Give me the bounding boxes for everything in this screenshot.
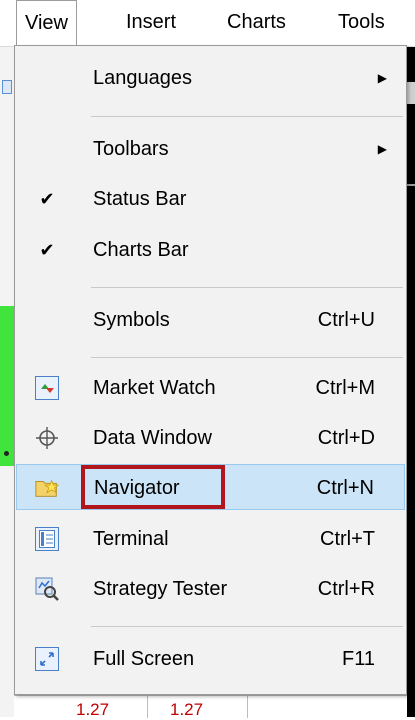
submenu-arrow-icon: ▶ bbox=[377, 142, 387, 156]
menu-item-charts-bar[interactable]: ✔ Charts Bar bbox=[16, 227, 405, 273]
quote-cell: 1.27 bbox=[170, 700, 204, 719]
background-chart-dot bbox=[4, 451, 9, 456]
menu-item-shortcut: F11 bbox=[342, 648, 375, 670]
menu-item-shortcut: Ctrl+R bbox=[317, 578, 375, 600]
grid-divider bbox=[147, 696, 148, 718]
market-watch-icon bbox=[34, 375, 60, 401]
menu-item-label: Toolbars bbox=[93, 138, 169, 160]
menu-item-market-watch[interactable]: Market Watch Ctrl+M bbox=[16, 365, 405, 411]
submenu-arrow-icon: ▶ bbox=[377, 71, 387, 85]
quote-cell: 1.27 bbox=[76, 700, 110, 719]
grid-divider bbox=[247, 696, 248, 718]
strategy-tester-icon bbox=[34, 576, 60, 602]
menu-view[interactable]: View bbox=[16, 0, 77, 45]
crosshair-icon bbox=[34, 425, 60, 451]
menu-item-shortcut: Ctrl+M bbox=[315, 377, 375, 399]
menu-item-label: Status Bar bbox=[93, 188, 187, 210]
menu-bar: View Insert Charts Tools bbox=[0, 0, 415, 47]
menu-charts[interactable]: Charts bbox=[219, 0, 294, 45]
full-screen-icon bbox=[34, 646, 60, 672]
menu-item-languages[interactable]: Languages ▶ bbox=[16, 55, 405, 101]
menu-item-label: Strategy Tester bbox=[93, 578, 228, 600]
highlight-annotation-box bbox=[81, 465, 225, 509]
menu-separator bbox=[91, 116, 403, 117]
menu-item-status-bar[interactable]: ✔ Status Bar bbox=[16, 176, 405, 222]
menu-item-label: Full Screen bbox=[93, 648, 195, 670]
menu-item-label: Data Window bbox=[93, 427, 212, 449]
menu-item-shortcut: Ctrl+N bbox=[316, 477, 374, 499]
background-chart-line bbox=[407, 82, 415, 104]
menu-insert[interactable]: Insert bbox=[118, 0, 184, 45]
menu-item-toolbars[interactable]: Toolbars ▶ bbox=[16, 126, 405, 172]
view-menu-dropdown: Languages ▶ Toolbars ▶ ✔ Status Bar ✔ Ch… bbox=[14, 45, 407, 695]
background-chart-line bbox=[407, 184, 415, 186]
menu-item-full-screen[interactable]: Full Screen F11 bbox=[16, 636, 405, 682]
menu-item-shortcut: Ctrl+U bbox=[317, 309, 375, 331]
menu-item-label: Languages bbox=[93, 67, 192, 89]
menu-item-shortcut: Ctrl+T bbox=[320, 528, 375, 550]
menu-separator bbox=[91, 626, 403, 627]
menu-item-label: Terminal bbox=[93, 528, 169, 550]
background-quotes-row: 1.27 1.27 bbox=[14, 695, 407, 719]
menu-tools[interactable]: Tools bbox=[330, 0, 393, 45]
background-left-panel bbox=[0, 46, 15, 717]
menu-item-label: Symbols bbox=[93, 309, 170, 331]
background-chart-bar bbox=[0, 306, 14, 466]
menu-separator bbox=[91, 357, 403, 358]
menu-item-label: Market Watch bbox=[93, 377, 216, 399]
background-chart-area bbox=[407, 46, 415, 717]
menu-separator bbox=[91, 287, 403, 288]
terminal-icon bbox=[34, 526, 60, 552]
menu-item-terminal[interactable]: Terminal Ctrl+T bbox=[16, 516, 405, 562]
menu-item-symbols[interactable]: Symbols Ctrl+U bbox=[16, 297, 405, 343]
background-toolbar-icon bbox=[2, 80, 12, 94]
checkmark-icon: ✔ bbox=[39, 188, 55, 209]
menu-item-strategy-tester[interactable]: Strategy Tester Ctrl+R bbox=[16, 566, 405, 612]
menu-item-label: Charts Bar bbox=[93, 239, 189, 261]
navigator-folder-star-icon bbox=[34, 474, 60, 500]
menu-item-shortcut: Ctrl+D bbox=[317, 427, 375, 449]
menu-item-data-window[interactable]: Data Window Ctrl+D bbox=[16, 415, 405, 461]
checkmark-icon: ✔ bbox=[39, 239, 55, 260]
